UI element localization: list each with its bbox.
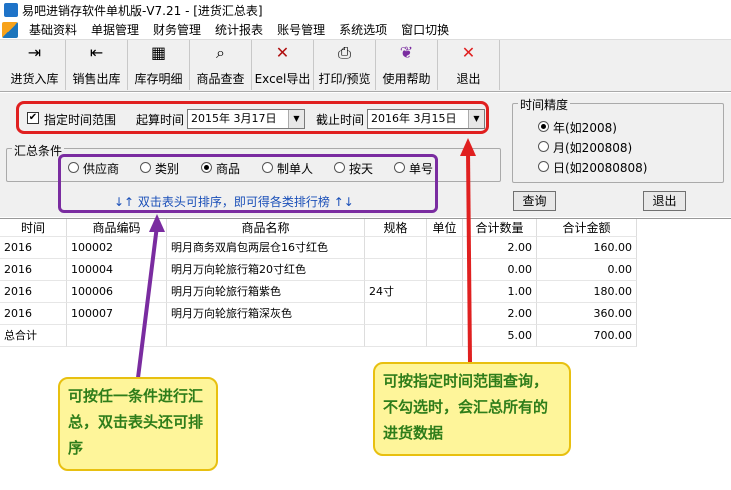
table-row[interactable]: 2016 100006 明月万向轮旅行箱紫色 24寸 1.00 180.00 bbox=[0, 281, 637, 303]
conditions-highlight bbox=[58, 154, 438, 213]
menu-item-documents[interactable]: 单据管理 bbox=[84, 20, 146, 40]
menu-item-accounts[interactable]: 账号管理 bbox=[270, 20, 332, 40]
app-icon bbox=[4, 3, 18, 17]
callout-conditions: 可按任一条件进行汇总，双击表头还可排序 bbox=[58, 377, 218, 471]
toolbar: ⇥ 进货入库 ⇤ 销售出库 ▦ 库存明细 ⌕ 商品查查 ✕ Excel导出 ⎙ … bbox=[0, 40, 731, 92]
menu-item-options[interactable]: 系统选项 bbox=[332, 20, 394, 40]
radio-precision-day[interactable] bbox=[538, 161, 549, 172]
column-header-amount[interactable]: 合计金额 bbox=[537, 219, 637, 237]
radio-precision-year[interactable] bbox=[538, 121, 549, 132]
group-conditions-label: 汇总条件 bbox=[12, 142, 65, 159]
import-stock-button[interactable]: ⇥ 进货入库 bbox=[4, 40, 66, 90]
radio-precision-month-label: 月(如200808) bbox=[553, 141, 633, 155]
menu-bar: 基础资料 单据管理 财务管理 统计报表 账号管理 系统选项 窗口切换 bbox=[0, 20, 731, 40]
help-book-icon: ❦ bbox=[399, 43, 414, 62]
radio-precision-year-label: 年(如2008) bbox=[553, 121, 617, 135]
table-row[interactable]: 2016 100004 明月万向轮旅行箱20寸红色 0.00 0.00 bbox=[0, 259, 637, 281]
print-preview-button[interactable]: ⎙ 打印/预览 bbox=[314, 40, 376, 90]
callout-date-range: 可按指定时间范围查询，不勾选时，会汇总所有的进货数据 bbox=[373, 362, 571, 456]
menu-item-basic-data[interactable]: 基础资料 bbox=[22, 20, 84, 40]
column-header-time[interactable]: 时间 bbox=[0, 219, 67, 237]
menu-item-finance[interactable]: 财务管理 bbox=[146, 20, 208, 40]
goods-lookup-button[interactable]: ⌕ 商品查查 bbox=[190, 40, 252, 90]
exit-toolbar-button[interactable]: ✕ 退出 bbox=[438, 40, 500, 90]
column-header-qty[interactable]: 合计数量 bbox=[463, 219, 537, 237]
menu-logo-icon bbox=[2, 21, 18, 38]
query-button[interactable]: 查询 bbox=[513, 191, 556, 211]
column-header-code[interactable]: 商品编码 bbox=[67, 219, 167, 237]
export-arrow-icon: ⇤ bbox=[89, 43, 104, 62]
window-title: 易吧进销存软件单机版-V7.21 - [进货汇总表] bbox=[22, 3, 263, 18]
search-goods-icon: ⌕ bbox=[216, 43, 225, 62]
title-bar: 易吧进销存软件单机版-V7.21 - [进货汇总表] bbox=[0, 0, 731, 20]
printer-icon: ⎙ bbox=[338, 43, 351, 62]
help-button[interactable]: ❦ 使用帮助 bbox=[376, 40, 438, 90]
column-header-unit[interactable]: 单位 bbox=[427, 219, 463, 237]
exit-button[interactable]: 退出 bbox=[643, 191, 686, 211]
sales-out-button[interactable]: ⇤ 销售出库 bbox=[66, 40, 128, 90]
close-icon: ✕ bbox=[461, 43, 476, 62]
import-arrow-icon: ⇥ bbox=[27, 43, 42, 62]
radio-precision-day-label: 日(如20080808) bbox=[553, 161, 648, 175]
menu-item-reports[interactable]: 统计报表 bbox=[208, 20, 270, 40]
table-row[interactable]: 2016 100002 明月商务双肩包两层仓16寸红色 2.00 160.00 bbox=[0, 237, 637, 259]
column-header-spec[interactable]: 规格 bbox=[365, 219, 427, 237]
date-range-highlight bbox=[16, 101, 489, 134]
column-header-name[interactable]: 商品名称 bbox=[167, 219, 365, 237]
table-total-row[interactable]: 总合计 5.00 700.00 bbox=[0, 325, 637, 347]
table-row[interactable]: 2016 100007 明月万向轮旅行箱深灰色 2.00 360.00 bbox=[0, 303, 637, 325]
excel-icon: ✕ bbox=[275, 43, 290, 62]
time-precision-label: 时间精度 bbox=[518, 96, 571, 113]
excel-export-button[interactable]: ✕ Excel导出 bbox=[252, 40, 314, 90]
menu-item-window[interactable]: 窗口切换 bbox=[394, 20, 456, 40]
inventory-detail-button[interactable]: ▦ 库存明细 bbox=[128, 40, 190, 90]
inventory-icon: ▦ bbox=[150, 43, 167, 62]
radio-precision-month[interactable] bbox=[538, 141, 549, 152]
